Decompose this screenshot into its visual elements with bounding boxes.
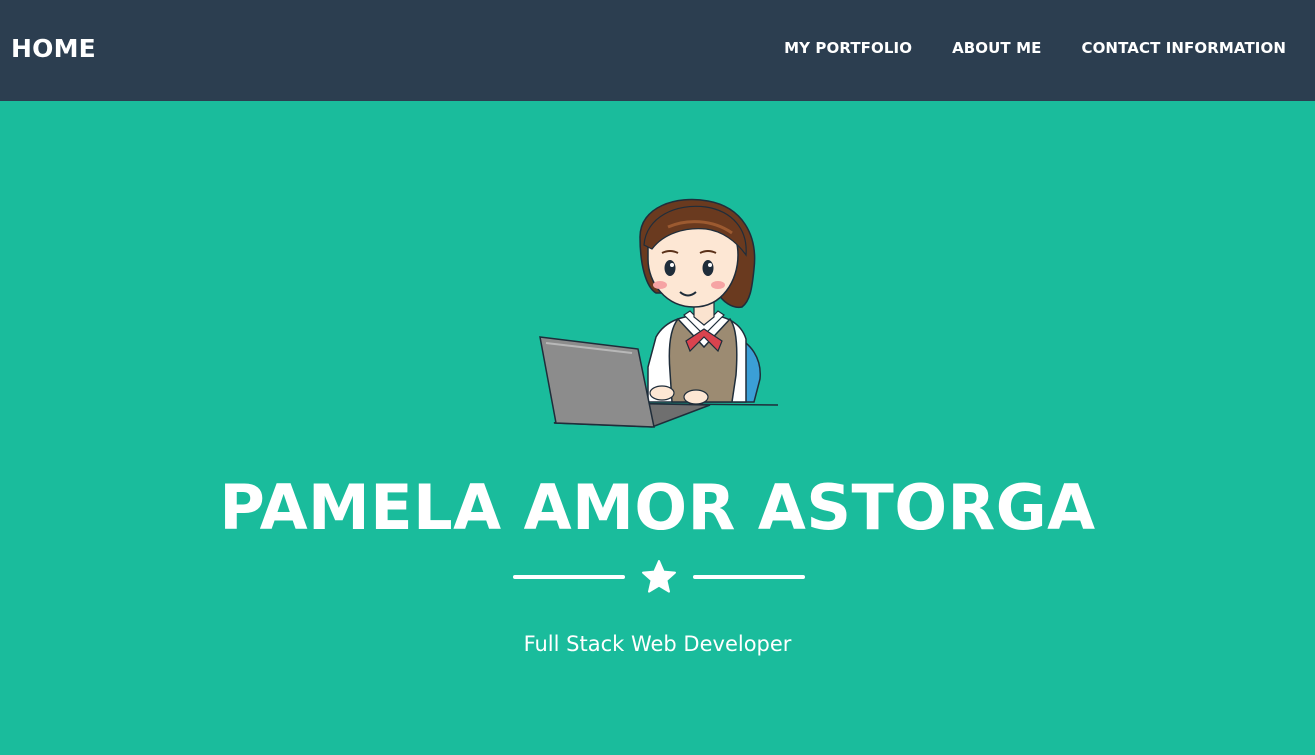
home-link[interactable]: HOME bbox=[11, 33, 96, 65]
avatar-illustration bbox=[539, 198, 779, 428]
navbar: HOME MY PORTFOLIO ABOUT ME CONTACT INFOR… bbox=[0, 0, 1315, 101]
nav-link-portfolio[interactable]: MY PORTFOLIO bbox=[784, 38, 912, 58]
subtitle: Full Stack Web Developer bbox=[523, 632, 792, 656]
star-divider bbox=[513, 559, 805, 595]
divider-line-left bbox=[513, 575, 625, 579]
nav-link-about[interactable]: ABOUT ME bbox=[952, 38, 1041, 58]
divider-line-right bbox=[693, 575, 805, 579]
star-icon bbox=[642, 560, 676, 593]
page-title: PAMELA AMOR ASTORGA bbox=[219, 471, 1096, 544]
masthead: PAMELA AMOR ASTORGA Full Stack Web Devel… bbox=[0, 101, 1315, 755]
nav-link-contact[interactable]: CONTACT INFORMATION bbox=[1081, 38, 1286, 58]
nav-links: MY PORTFOLIO ABOUT ME CONTACT INFORMATIO… bbox=[784, 38, 1286, 58]
